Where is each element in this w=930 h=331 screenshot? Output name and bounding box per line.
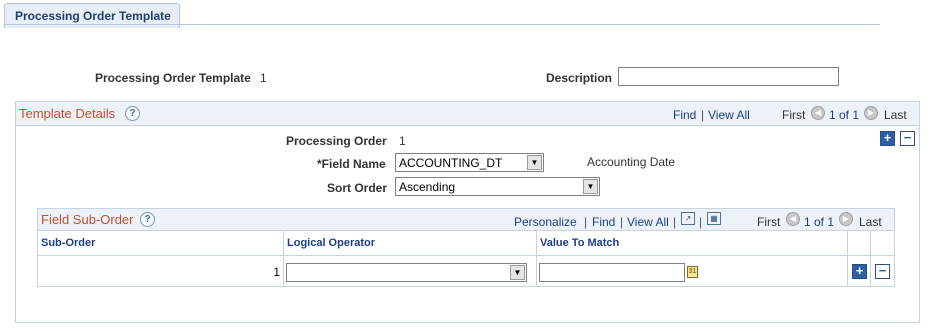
last-label: Last (884, 108, 907, 122)
add-cell: + (848, 256, 871, 286)
first-label: First (757, 215, 781, 229)
tab-underline (4, 24, 880, 25)
delete-cell: − (871, 256, 894, 286)
download-icon[interactable]: ▦ (707, 212, 721, 225)
add-subrow-button[interactable]: + (852, 264, 867, 279)
value-to-match-cell: 31 (537, 256, 848, 286)
dropdown-arrow-icon[interactable]: ▼ (583, 179, 598, 194)
column-header-sub-order[interactable]: Sub-Order (38, 231, 284, 256)
logical-operator-select[interactable]: ▼ (286, 263, 527, 282)
prev-row-icon[interactable]: ◀ (786, 212, 800, 226)
separator: | (620, 215, 624, 229)
template-details-title: Template Details (19, 106, 116, 121)
sort-order-value: Ascending (399, 180, 456, 194)
field-name-label: *Field Name (317, 157, 386, 171)
row-range: 1 of 1 (829, 108, 860, 122)
value-to-match-input[interactable] (539, 263, 685, 282)
dropdown-arrow-icon[interactable]: ▼ (510, 265, 525, 280)
find-link[interactable]: Find (673, 108, 696, 122)
personalize-link[interactable]: Personalize (514, 215, 577, 229)
separator: | (701, 108, 705, 122)
logical-operator-cell: ▼ (284, 256, 537, 286)
description-input[interactable] (618, 67, 839, 86)
template-label: Processing Order Template (95, 71, 251, 85)
separator: | (584, 215, 588, 229)
sub-order-value: 1 (273, 265, 280, 279)
column-header-logical-operator[interactable]: Logical Operator (284, 231, 537, 256)
find-link[interactable]: Find (592, 215, 615, 229)
field-name-select[interactable]: ACCOUNTING_DT ▼ (395, 153, 544, 172)
next-row-icon[interactable]: ▶ (839, 212, 853, 226)
prev-row-icon[interactable]: ◀ (811, 106, 825, 120)
description-label: Description (546, 71, 613, 85)
zoom-icon[interactable]: ↗ (681, 212, 695, 225)
next-row-icon[interactable]: ▶ (864, 106, 878, 120)
separator: | (699, 215, 703, 229)
sort-order-select[interactable]: Ascending ▼ (395, 177, 600, 196)
first-label: First (782, 108, 806, 122)
field-name-value: ACCOUNTING_DT (399, 156, 503, 170)
template-value: 1 (260, 71, 267, 85)
view-all-link[interactable]: View All (627, 215, 669, 229)
column-header-add (848, 231, 871, 256)
view-all-link[interactable]: View All (708, 108, 750, 122)
field-sub-order-title: Field Sub-Order (41, 212, 134, 227)
last-label: Last (859, 215, 882, 229)
table-row: 1 (38, 256, 284, 286)
help-icon[interactable]: ? (140, 212, 155, 227)
row-range: 1 of 1 (804, 215, 835, 229)
help-icon[interactable]: ? (125, 106, 140, 121)
delete-row-button[interactable]: − (900, 131, 915, 146)
calendar-icon[interactable]: 31 (687, 266, 698, 278)
delete-subrow-button[interactable]: − (875, 264, 890, 279)
column-header-delete (871, 231, 894, 256)
column-header-value-to-match[interactable]: Value To Match (537, 231, 848, 256)
separator: | (673, 215, 677, 229)
processing-order-value: 1 (399, 134, 406, 148)
sort-order-label: Sort Order (327, 181, 388, 195)
add-row-button[interactable]: + (880, 131, 895, 146)
dropdown-arrow-icon[interactable]: ▼ (527, 155, 542, 170)
processing-order-label: Processing Order (286, 134, 387, 148)
field-name-description: Accounting Date (587, 155, 676, 169)
